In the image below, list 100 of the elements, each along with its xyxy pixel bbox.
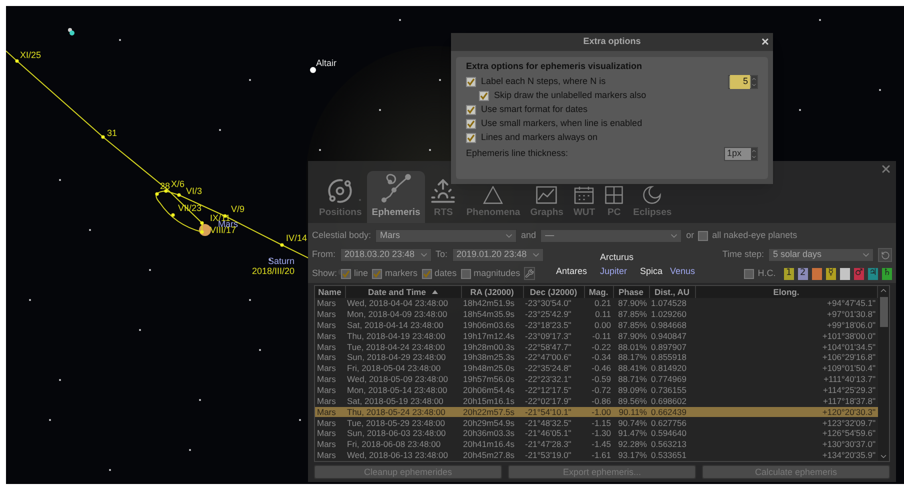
- column-header[interactable]: Name: [315, 286, 345, 298]
- table-cell-text: Mars: [316, 320, 337, 331]
- color-button[interactable]: ♄: [882, 268, 892, 280]
- table-cell-text: 0.698602: [650, 396, 688, 407]
- table-cell-text: 0.814920: [650, 363, 688, 374]
- column-header[interactable]: Mag.: [584, 286, 613, 298]
- sky-label: Saturn: [268, 256, 295, 266]
- sky-label: V/9: [231, 204, 245, 214]
- table-cell: -21°54'10.1": [523, 406, 584, 418]
- table-cell-text: Fri, 2018-05-04 23:48:00: [346, 363, 442, 374]
- table-cell-text: +123°32'09.7": [821, 417, 876, 428]
- table-cell-text: 0.563213: [650, 439, 688, 450]
- table-cell-text: -1.61: [590, 450, 612, 461]
- table-cell-text: 0.533651: [650, 450, 688, 461]
- table-cell-text: -0.46: [590, 363, 612, 374]
- table-row[interactable]: Mars Tue, 2018-05-29 23:48:00 20h29m54.9s -21°48'32.5" -1.15 90.74% 0.627756 +123°32'09.7": [315, 417, 878, 428]
- table-cell-text: 0.940847: [650, 330, 688, 342]
- table-cell-text: 19h17m12.4s: [462, 330, 516, 342]
- field-label: From:: [312, 248, 336, 262]
- column-header[interactable]: Date and Time: [345, 286, 461, 298]
- column-header[interactable]: Dec (J2000): [523, 286, 584, 298]
- sky-label: Altair: [316, 58, 337, 68]
- table-row[interactable]: Mars Fri, 2018-06-08 23:48:00 20h41m16.4s -21°47'28.3" -1.45 92.28% 0.563213 +130°30'37.0": [315, 439, 878, 450]
- color-button[interactable]: ♃: [868, 268, 878, 280]
- table-row[interactable]: Mars Sat, 2018-05-19 23:48:00 20h15m16.1s -22°02'17.9" -0.86 89.56% 0.698602 +117°18'37.8": [315, 396, 878, 407]
- table-row[interactable]: Mars Thu, 2018-05-24 23:48:00 20h22m57.5s -21°54'10.1" -1.00 90.11% 0.662439 +120°20'30.3": [315, 406, 878, 418]
- table-cell-text: Wed, 2018-05-09 23:48:00: [346, 374, 449, 385]
- table-row[interactable]: Mars Sun, 2018-06-03 23:48:00 20h36m03.3s -21°46'05.1" -1.30 91.47% 0.594640 +126°54'59.6": [315, 428, 878, 440]
- table-row[interactable]: Mars Wed, 2018-06-13 23:48:00 20h45m27.8s -21°53'19.0" -1.61 93.17% 0.533651 +134°20'35.9": [315, 450, 878, 461]
- table-cell-text: -23°09'17.3": [524, 330, 572, 342]
- table-cell-text: Tue, 2018-04-24 23:48:00: [346, 341, 446, 352]
- table-cell-text: 88.17%: [617, 352, 648, 364]
- table-cell-text: 0.00: [593, 320, 612, 331]
- checkbox-label: Use smart format for dates: [481, 103, 588, 116]
- table-row[interactable]: Mars Thu, 2018-04-19 23:48:00 19h17m12.4s -23°09'17.3" -0.11 87.90% 0.940847 +101°38'00.0": [315, 330, 878, 342]
- field-label: or: [686, 229, 694, 242]
- table-cell-text: 92.28%: [617, 439, 648, 450]
- table-cell-text: -1.15: [590, 417, 612, 428]
- date-field[interactable]: 2019.01.20 23:48: [452, 248, 544, 262]
- table-cell: -23°30'54.0": [523, 298, 584, 309]
- table-row[interactable]: Mars Mon, 2018-05-14 23:48:00 20h06m54.4s -22°12'17.5" -0.72 89.09% 0.736155 +114°25'29.3": [315, 384, 878, 396]
- table-cell-text: -0.34: [590, 352, 612, 364]
- column-header[interactable]: RA (J2000): [461, 286, 523, 298]
- table-cell-text: 91.47%: [617, 428, 648, 440]
- table-cell-text: 89.56%: [617, 396, 648, 407]
- table-cell-text: 20h36m03.3s: [462, 428, 516, 440]
- table-cell-text: Sun, 2018-04-29 23:48:00: [346, 352, 447, 364]
- table-cell-text: -22°47'00.6": [524, 352, 572, 364]
- table-cell-text: +111°40'13.7": [822, 374, 876, 385]
- tab[interactable]: Ephemeris: [366, 171, 426, 223]
- table-cell-text: 0.984668: [650, 320, 688, 331]
- table-row[interactable]: Mars Sat, 2018-04-14 23:48:00 19h06m03.6s -23°18'23.5" 0.00 87.85% 0.984668 +99°18'06.0": [315, 320, 878, 331]
- table-cell-text: -22°12'17.5": [524, 384, 572, 396]
- checkbox-label: dates: [434, 266, 457, 280]
- time-step-dropdown[interactable]: 5 solar days: [768, 248, 874, 262]
- second-body-dropdown[interactable]: —: [540, 229, 682, 243]
- table-cell-text: -0.22: [590, 341, 612, 352]
- table-cell-text: 19h57m56.0s: [462, 374, 516, 385]
- checkbox-label: Use small markers, when line is enabled: [481, 117, 642, 130]
- table-cell-text: Mars: [316, 330, 337, 342]
- table-cell-text: Mon, 2018-04-09 23:48:00: [346, 308, 448, 320]
- close-button[interactable]: ×: [761, 34, 769, 50]
- sky-label: X/6: [171, 179, 185, 189]
- table-row[interactable]: Mars Mon, 2018-04-09 23:48:00 18h54m35.9s -23°25'42.9" 0.11 87.85% 1.029260 +97°01'30.8": [315, 308, 878, 320]
- celestial-body-dropdown[interactable]: Mars: [375, 229, 518, 243]
- sky-label: 31: [107, 128, 118, 138]
- table-cell-text: Tue, 2018-05-29 23:48:00: [346, 417, 446, 428]
- table-row[interactable]: Mars Sun, 2018-04-29 23:48:00 19h38m25.3s -22°47'00.6" -0.34 88.17% 0.855918 +106°29'16.8": [315, 352, 878, 364]
- table-cell: Wed, 2018-04-04 23:48:00: [345, 298, 461, 309]
- color-button[interactable]: ♂: [854, 268, 864, 280]
- color-button[interactable]: 1: [784, 268, 794, 280]
- table-cell-text: 87.85%: [617, 320, 648, 331]
- sky-label: Arcturus: [600, 252, 634, 262]
- field-label: Time step:: [722, 248, 764, 262]
- table-cell-text: 89.09%: [617, 384, 648, 396]
- thickness-spinbox[interactable]: 1px: [724, 146, 758, 160]
- table-row[interactable]: Mars Wed, 2018-04-04 23:48:00 18h42m51.9s -23°30'54.0" 0.21 87.90% 1.074528 +94°47'45.1": [315, 298, 878, 309]
- sky-label: Jupiter: [600, 266, 628, 276]
- column-header[interactable]: Dist., AU: [649, 286, 695, 298]
- table-cell-text: 88.01%: [617, 341, 648, 352]
- sky-label: 2018/III/20: [252, 266, 295, 276]
- table-cell: +94°47'45.1": [695, 298, 878, 309]
- table-row[interactable]: Mars Tue, 2018-04-24 23:48:00 19h28m00.3s -22°58'47.7" -0.22 88.01% 0.897907 +104°01'34.5": [315, 341, 878, 352]
- field-label: Show:: [312, 266, 338, 280]
- step-spinbox[interactable]: 5: [728, 75, 758, 89]
- table-cell-text: -22°58'47.7": [524, 341, 572, 352]
- table-cell-text: -0.86: [590, 396, 612, 407]
- table-cell-text: -21°47'28.3": [524, 439, 572, 450]
- table-cell-text: 20h45m27.8s: [462, 450, 516, 461]
- table-row[interactable]: Mars Wed, 2018-05-09 23:48:00 19h57m56.0s -22°23'32.1" -0.59 88.71% 0.774969 +111°40'13.7": [315, 374, 878, 385]
- color-button[interactable]: 2: [798, 268, 808, 280]
- column-header[interactable]: Phase: [613, 286, 649, 298]
- table-cell-text: +109°01'50.4": [821, 363, 876, 374]
- table-cell-text: Sat, 2018-04-14 23:48:00: [346, 320, 444, 331]
- table-cell-text: 20h06m54.4s: [462, 384, 516, 396]
- dialog-title: Extra options: [583, 35, 641, 48]
- table-row[interactable]: Mars Fri, 2018-05-04 23:48:00 19h48m25.0s -22°35'24.8" -0.46 88.41% 0.814920 +109°01'50.4": [315, 363, 878, 374]
- color-button[interactable]: ☿: [826, 268, 836, 280]
- table-cell-text: +126°54'59.6": [821, 428, 876, 440]
- date-field[interactable]: 2018.03.20 23:48: [340, 248, 432, 262]
